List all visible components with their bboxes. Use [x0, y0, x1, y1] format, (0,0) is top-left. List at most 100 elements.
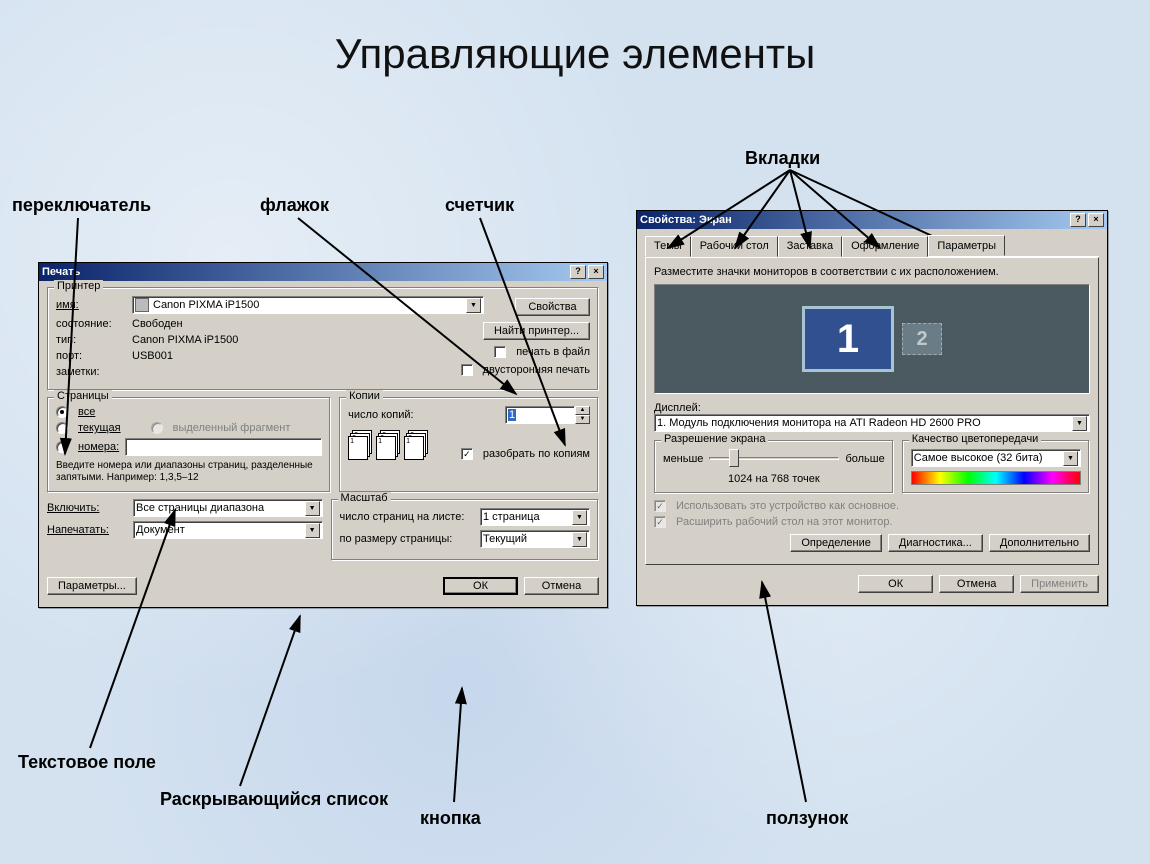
color-dropdown[interactable]: Самое высокое (32 бита) ▼: [911, 449, 1081, 467]
print-what-label: Напечатать:: [47, 524, 127, 536]
printer-icon: [135, 298, 149, 312]
copies-label: число копий:: [348, 409, 499, 421]
display-label: Дисплей:: [654, 402, 1090, 414]
annot-dropdown: Раскрывающийся список: [160, 790, 388, 810]
annot-button: кнопка: [420, 808, 481, 829]
help-icon[interactable]: ?: [1070, 213, 1086, 227]
tab-screensaver[interactable]: Заставка: [778, 236, 842, 257]
copies-spinner[interactable]: 1 ▲▼: [505, 406, 590, 424]
display-apply-button[interactable]: Применить: [1020, 575, 1099, 593]
pages-numbers-radio[interactable]: [56, 441, 68, 453]
monitor-1[interactable]: 1: [802, 306, 894, 372]
pages-current-label: текущая: [78, 422, 121, 434]
zoom-legend: Масштаб: [338, 492, 391, 504]
name-label: имя:: [56, 299, 126, 311]
pages-numbers-label: номера:: [78, 441, 119, 453]
print-what-value: Документ: [136, 524, 185, 536]
resolution-legend: Разрешение экрана: [661, 433, 768, 445]
primary-checkbox: [654, 500, 666, 512]
port-value: USB001: [132, 350, 173, 362]
color-value: Самое высокое (32 бита): [914, 452, 1043, 464]
pages-all-radio[interactable]: [56, 406, 68, 418]
color-group: Качество цветопередачи Самое высокое (32…: [902, 440, 1090, 494]
chevron-down-icon: ▼: [1072, 416, 1087, 431]
display-titlebar[interactable]: Свойства: Экран ? ×: [637, 211, 1107, 229]
state-value: Свободен: [132, 318, 183, 330]
printer-group-legend: Принтер: [54, 280, 103, 292]
print-titlebar[interactable]: Печать ? ×: [39, 263, 607, 281]
pages-current-radio[interactable]: [56, 422, 68, 434]
scale-label: по размеру страницы:: [340, 533, 474, 545]
find-printer-button[interactable]: Найти принтер...: [483, 322, 590, 340]
pages-numbers-input[interactable]: [125, 438, 322, 456]
chevron-down-icon: ▼: [572, 510, 587, 525]
cancel-button[interactable]: Отмена: [524, 577, 599, 595]
collate-label: разобрать по копиям: [483, 448, 590, 460]
printer-name-dropdown[interactable]: Canon PIXMA iP1500 ▼: [132, 296, 484, 314]
ok-button[interactable]: ОК: [443, 577, 518, 595]
spin-down-icon[interactable]: ▼: [575, 415, 590, 424]
monitor-layout[interactable]: 1 2: [654, 284, 1090, 394]
tab-desktop[interactable]: Рабочий стол: [691, 236, 778, 257]
scale-dropdown[interactable]: Текущий ▼: [480, 530, 590, 548]
display-dropdown[interactable]: 1. Модуль подключения монитора на ATI Ra…: [654, 414, 1090, 432]
duplex-label: двусторонняя печать: [483, 364, 590, 376]
color-preview: [911, 471, 1081, 485]
troubleshoot-button[interactable]: Диагностика...: [888, 534, 983, 552]
settings-panel: Разместите значки мониторов в соответств…: [645, 257, 1099, 565]
annot-slider: ползунок: [766, 808, 848, 829]
pps-dropdown[interactable]: 1 страница ▼: [480, 508, 590, 526]
print-title: Печать: [42, 266, 568, 278]
annot-radio: переключатель: [12, 195, 151, 216]
spin-up-icon[interactable]: ▲: [575, 406, 590, 415]
print-to-file-checkbox[interactable]: [494, 346, 506, 358]
help-icon[interactable]: ?: [570, 265, 586, 279]
include-label: Включить:: [47, 502, 127, 514]
close-icon[interactable]: ×: [1088, 213, 1104, 227]
annot-checkbox: флажок: [260, 195, 329, 216]
display-value: 1. Модуль подключения монитора на ATI Ra…: [657, 417, 981, 429]
copies-group: Копии число копий: 1 ▲▼ 321 321 321: [339, 397, 599, 493]
tab-themes[interactable]: Темы: [645, 236, 691, 257]
duplex-checkbox[interactable]: [461, 364, 473, 376]
pps-label: число страниц на листе:: [340, 511, 474, 523]
pages-all-label: все: [78, 406, 95, 418]
properties-button[interactable]: Свойства: [515, 298, 590, 316]
type-value: Canon PIXMA iP1500: [132, 334, 238, 346]
print-what-dropdown[interactable]: Документ ▼: [133, 521, 323, 539]
copies-legend: Копии: [346, 390, 383, 402]
chevron-down-icon: ▼: [572, 532, 587, 547]
annot-textfield: Текстовое поле: [18, 752, 156, 773]
pages-selection-radio: [151, 422, 163, 434]
chevron-down-icon: ▼: [305, 523, 320, 538]
display-cancel-button[interactable]: Отмена: [939, 575, 1014, 593]
tab-appearance[interactable]: Оформление: [842, 236, 928, 257]
include-dropdown[interactable]: Все страницы диапазона ▼: [133, 499, 323, 517]
more-label: больше: [845, 453, 884, 465]
tab-bar: Темы Рабочий стол Заставка Оформление Па…: [645, 235, 1099, 257]
pps-value: 1 страница: [483, 511, 540, 523]
display-dialog: Свойства: Экран ? × Темы Рабочий стол За…: [636, 210, 1108, 606]
options-button[interactable]: Параметры...: [47, 577, 137, 595]
printer-name-value: Canon PIXMA iP1500: [153, 299, 259, 311]
extend-label: Расширить рабочий стол на этот монитор.: [676, 516, 893, 528]
collate-checkbox[interactable]: [461, 448, 473, 460]
close-icon[interactable]: ×: [588, 265, 604, 279]
tab-settings[interactable]: Параметры: [928, 235, 1005, 256]
pages-hint: Введите номера или диапазоны страниц, ра…: [56, 460, 322, 484]
display-ok-button[interactable]: ОК: [858, 575, 933, 593]
pages-selection-label: выделенный фрагмент: [173, 422, 291, 434]
display-title: Свойства: Экран: [640, 214, 1068, 226]
extend-checkbox: [654, 516, 666, 528]
identify-button[interactable]: Определение: [790, 534, 882, 552]
port-label: порт:: [56, 350, 126, 362]
resolution-slider[interactable]: [709, 449, 839, 469]
instruction-text: Разместите значки мониторов в соответств…: [654, 266, 1090, 278]
advanced-button[interactable]: Дополнительно: [989, 534, 1090, 552]
resolution-group: Разрешение экрана меньше больше 1024 на …: [654, 440, 894, 494]
scale-value: Текущий: [483, 533, 527, 545]
copies-value: 1: [508, 409, 516, 421]
slide-title: Управляющие элементы: [0, 30, 1150, 78]
print-dialog: Печать ? × Принтер имя: Canon PIXMA iP15…: [38, 262, 608, 608]
monitor-2[interactable]: 2: [902, 323, 942, 355]
